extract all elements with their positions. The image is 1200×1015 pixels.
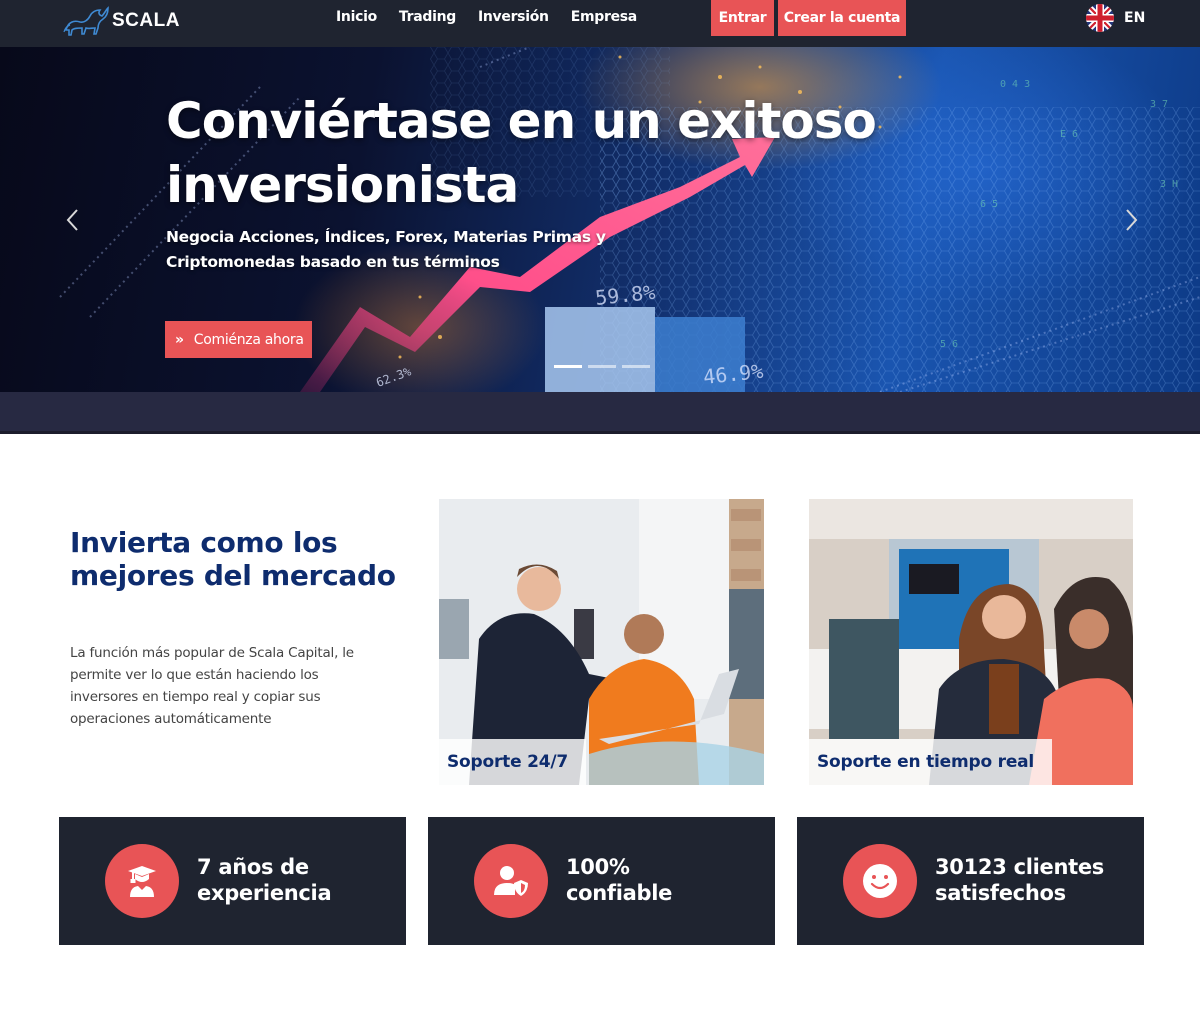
carousel-indicators [554, 365, 650, 368]
login-button[interactable]: Entrar [711, 0, 774, 36]
hero-title: Conviértase en un exitoso inversionista [166, 92, 877, 214]
stat-icon-circle [105, 844, 179, 918]
double-chevron-right-icon: » [175, 331, 184, 348]
smile-icon [863, 864, 897, 898]
carousel-indicator-3[interactable] [622, 365, 650, 368]
svg-text:3 7: 3 7 [1150, 99, 1168, 110]
nav-empresa[interactable]: Empresa [571, 9, 638, 25]
invest-heading: Invierta como los mejores del mercado [70, 526, 396, 592]
start-now-label: Comiénza ahora [193, 331, 304, 348]
bull-logo-icon [63, 6, 109, 36]
svg-text:6 5: 6 5 [980, 199, 998, 210]
svg-text:0 4 3: 0 4 3 [1000, 79, 1030, 90]
main-nav: Inicio Trading Inversión Empresa [336, 0, 637, 34]
invest-description: La función más popular de Scala Capital,… [70, 645, 354, 727]
language-selector[interactable]: EN [1086, 4, 1145, 32]
carousel-prev-button[interactable] [58, 203, 88, 237]
nav-inversion[interactable]: Inversión [478, 9, 549, 25]
stat-icon-circle [474, 844, 548, 918]
hero-carousel: 0 4 3E 63 7 6 53 H5 6 59.8% 46.9% 62.3% … [0, 47, 1200, 392]
nav-trading[interactable]: Trading [399, 9, 456, 25]
stat-icon-circle [843, 844, 917, 918]
support-24-7-card[interactable]: Soporte 24/7 [439, 499, 764, 785]
carousel-indicator-2[interactable] [588, 365, 616, 368]
stat-card-trust: 100% confiable [428, 817, 775, 945]
svg-text:3 H: 3 H [1160, 179, 1178, 190]
language-label: EN [1124, 10, 1146, 26]
start-now-button[interactable]: » Comiénza ahora [165, 321, 312, 358]
hero-image-number: 62.3% [374, 364, 413, 390]
chevron-left-icon [66, 209, 78, 231]
chevron-right-icon [1126, 209, 1138, 231]
realtime-support-card[interactable]: Soporte en tiempo real [809, 499, 1133, 785]
carousel-next-button[interactable] [1116, 203, 1146, 237]
hero-bottom-band [0, 392, 1200, 434]
signup-button[interactable]: Crear la cuenta [778, 0, 906, 36]
brand-name: SCALA [112, 10, 180, 31]
user-shield-icon [494, 866, 528, 896]
navbar: SCALA Inicio Trading Inversión Empresa E… [0, 0, 1200, 47]
svg-text:5 6: 5 6 [940, 339, 958, 350]
graduate-icon [128, 866, 156, 897]
stat-card-experience: 7 años de experiencia [59, 817, 406, 945]
hero-subtitle: Negocia Acciones, Índices, Forex, Materi… [166, 228, 606, 271]
photo-caption: Soporte en tiempo real [809, 739, 1053, 785]
svg-text:E 6: E 6 [1060, 129, 1078, 140]
photo-caption: Soporte 24/7 [439, 739, 587, 785]
stat-text: 7 años de experiencia [197, 855, 332, 905]
nav-inicio[interactable]: Inicio [336, 9, 377, 25]
logo[interactable]: SCALA [62, 4, 180, 38]
stat-text: 30123 clientes satisfechos [935, 855, 1104, 905]
stat-text: 100% confiable [566, 855, 673, 905]
uk-flag-icon [1086, 4, 1114, 32]
carousel-indicator-1[interactable] [554, 365, 582, 368]
stat-card-clients: 30123 clientes satisfechos [797, 817, 1144, 945]
